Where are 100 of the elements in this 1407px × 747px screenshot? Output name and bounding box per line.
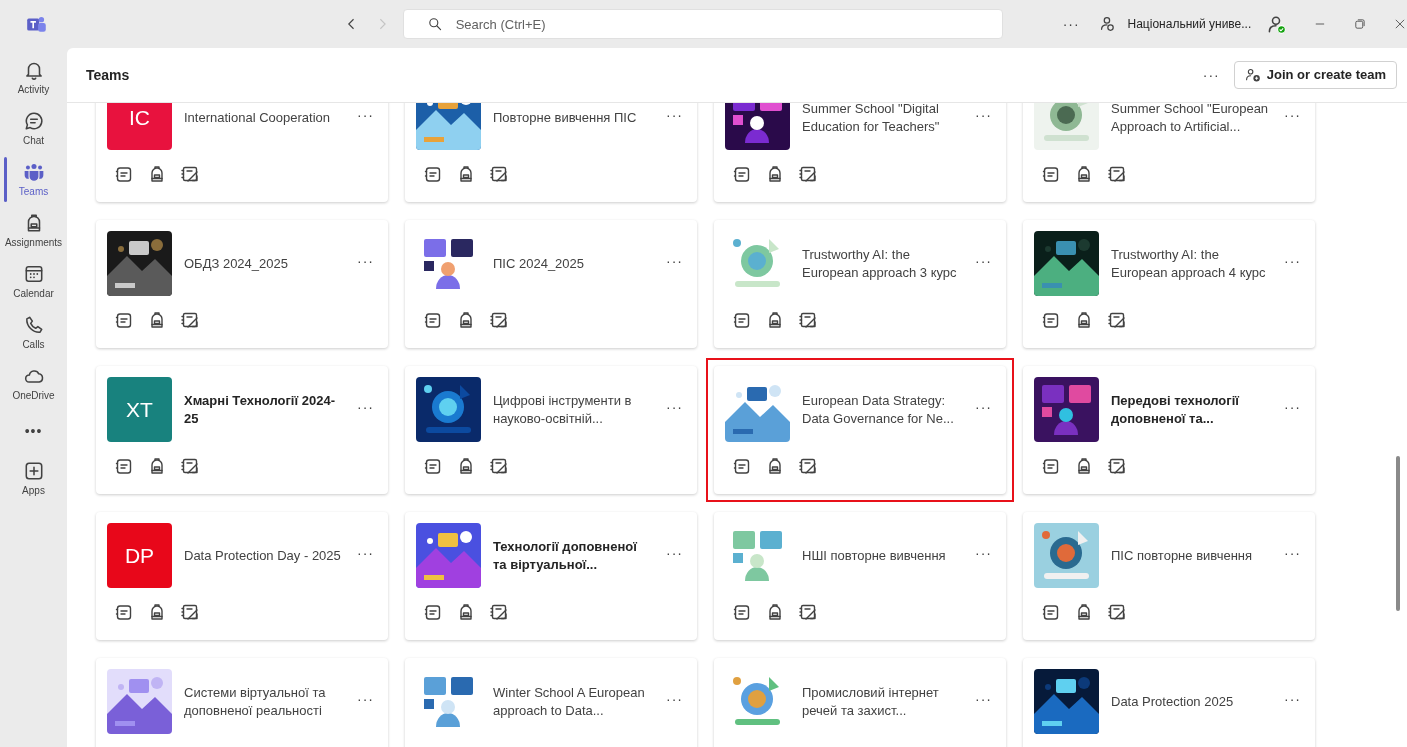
team-card[interactable]: ПІС повторне вивчення ··· xyxy=(1023,512,1315,640)
posts-icon[interactable] xyxy=(423,456,443,476)
notebook-icon[interactable] xyxy=(489,456,509,476)
team-card[interactable]: Summer School "European Approach to Artificial... ··· xyxy=(1023,103,1315,202)
notebook-icon[interactable] xyxy=(489,164,509,184)
notebook-icon[interactable] xyxy=(1107,602,1127,622)
rail-item[interactable]: Assignments xyxy=(3,205,64,256)
posts-icon[interactable] xyxy=(423,164,443,184)
team-card[interactable]: European Data Strategy: Data Governance for Ne... ··· xyxy=(714,366,1006,494)
more-options-button[interactable]: ··· xyxy=(357,689,374,710)
posts-icon[interactable] xyxy=(423,602,443,622)
more-options-button[interactable]: ··· xyxy=(975,105,992,126)
more-options-button[interactable]: ··· xyxy=(975,397,992,418)
posts-icon[interactable] xyxy=(1041,164,1061,184)
team-name: Хмарні Технології 2024-25 xyxy=(184,391,336,428)
notebook-icon[interactable] xyxy=(1107,310,1127,330)
posts-icon[interactable] xyxy=(1041,310,1061,330)
more-options-button[interactable]: ··· xyxy=(1284,397,1301,418)
team-card[interactable]: Trustworthy AI: the European approach 3 курс ··· xyxy=(714,220,1006,348)
posts-icon[interactable] xyxy=(1041,456,1061,476)
scrollbar-thumb[interactable] xyxy=(1396,456,1400,611)
team-card[interactable]: Промисловий інтернет речей та захист... ··· xyxy=(714,658,1006,747)
more-options-button[interactable]: ··· xyxy=(666,251,683,272)
notebook-icon[interactable] xyxy=(180,602,200,622)
notebook-icon[interactable] xyxy=(180,310,200,330)
notebook-icon[interactable] xyxy=(798,164,818,184)
posts-icon[interactable] xyxy=(114,602,134,622)
more-options-button[interactable]: ··· xyxy=(1284,105,1301,126)
rail-item[interactable]: ••• xyxy=(3,409,64,453)
team-card[interactable]: Winter School A European approach to Data... ··· xyxy=(405,658,697,747)
rail-item[interactable]: OneDrive xyxy=(3,358,64,409)
notebook-icon[interactable] xyxy=(798,310,818,330)
notebook-icon[interactable] xyxy=(180,456,200,476)
search-field[interactable]: Search (Ctrl+E) xyxy=(402,9,1003,39)
more-options-button[interactable]: ··· xyxy=(975,689,992,710)
more-options-button[interactable]: ··· xyxy=(357,105,374,126)
team-card[interactable]: Trustworthy AI: the European approach 4 курс ··· xyxy=(1023,220,1315,348)
more-options-button[interactable]: ··· xyxy=(666,689,683,710)
more-options-button[interactable]: ··· xyxy=(975,543,992,564)
more-options-button[interactable]: ··· xyxy=(666,543,683,564)
notebook-icon[interactable] xyxy=(489,602,509,622)
notebook-icon[interactable] xyxy=(1107,164,1127,184)
team-card[interactable]: Передові технології доповненої та... ··· xyxy=(1023,366,1315,494)
team-name: Промисловий інтернет речей та захист... xyxy=(802,683,940,720)
more-options-button[interactable]: ··· xyxy=(666,397,683,418)
more-options-button[interactable]: ··· xyxy=(1284,251,1301,272)
team-card[interactable]: ПІС 2024_2025 ··· xyxy=(405,220,697,348)
posts-icon[interactable] xyxy=(732,164,752,184)
team-card[interactable]: DP Data Protection Day - 2025 ··· xyxy=(96,512,388,640)
more-options-button[interactable]: ··· xyxy=(357,251,374,272)
team-card[interactable]: XT Хмарні Технології 2024-25 ··· xyxy=(96,366,388,494)
posts-icon[interactable] xyxy=(732,456,752,476)
more-options-button[interactable]: ··· xyxy=(975,251,992,272)
team-avatar: XT xyxy=(107,377,172,442)
team-name: Повторне вивчення ПІС xyxy=(493,108,638,127)
team-card[interactable]: Data Protection 2025 ··· xyxy=(1023,658,1315,747)
team-name: Data Protection Day - 2025 xyxy=(184,546,342,565)
notebook-icon[interactable] xyxy=(798,602,818,622)
team-card[interactable]: ОБДЗ 2024_2025 ··· xyxy=(96,220,388,348)
more-options-button[interactable]: ··· xyxy=(357,397,374,418)
posts-icon[interactable] xyxy=(423,310,443,330)
rail-item[interactable]: Apps xyxy=(3,453,64,504)
team-name: Data Protection 2025 xyxy=(1111,692,1235,711)
notebook-icon[interactable] xyxy=(1107,456,1127,476)
rail-item[interactable]: Teams xyxy=(3,154,64,205)
search-icon xyxy=(426,16,443,32)
team-name: ОБДЗ 2024_2025 xyxy=(184,254,289,273)
team-card[interactable]: Системи віртуальної та доповненої реальності ··· xyxy=(96,658,388,747)
team-card[interactable]: Цифрові інструменти в науково-освітній... ··· xyxy=(405,366,697,494)
team-name: НШІ повторне вивчення xyxy=(802,546,947,565)
notebook-icon[interactable] xyxy=(489,310,509,330)
rail-item[interactable]: Calendar xyxy=(3,256,64,307)
more-options-button[interactable]: ··· xyxy=(666,105,683,126)
notebook-icon[interactable] xyxy=(180,164,200,184)
more-options-button[interactable]: ··· xyxy=(357,543,374,564)
restore-icon[interactable] xyxy=(1353,17,1368,31)
team-name: Winter School A European approach to Data... xyxy=(493,683,646,720)
more-options-button[interactable]: ··· xyxy=(1284,543,1301,564)
join-or-create-team-button[interactable]: Join or create team xyxy=(1233,61,1397,89)
rail-item[interactable]: Activity xyxy=(3,52,64,103)
team-card[interactable]: Технології доповненої та віртуальної... ··· xyxy=(405,512,697,640)
rail-item[interactable]: Chat xyxy=(3,103,64,154)
team-card[interactable]: Summer School "Digital Education for Teachers" ··· xyxy=(714,103,1006,202)
organization-name[interactable]: Національний униве... xyxy=(1127,15,1252,33)
posts-icon[interactable] xyxy=(114,164,134,184)
close-icon[interactable] xyxy=(1393,17,1407,31)
rail-item[interactable]: Calls xyxy=(3,307,64,358)
posts-icon[interactable] xyxy=(114,456,134,476)
more-options-button[interactable]: ··· xyxy=(1202,64,1220,86)
more-options-button[interactable]: ··· xyxy=(1062,13,1080,35)
posts-icon[interactable] xyxy=(732,602,752,622)
notebook-icon[interactable] xyxy=(798,456,818,476)
team-card[interactable]: НШІ повторне вивчення ··· xyxy=(714,512,1006,640)
posts-icon[interactable] xyxy=(732,310,752,330)
more-options-button[interactable]: ··· xyxy=(1284,689,1301,710)
team-card[interactable]: Повторне вивчення ПІС ··· xyxy=(405,103,697,202)
team-name: Передові технології доповненої та... xyxy=(1111,391,1240,428)
posts-icon[interactable] xyxy=(1041,602,1061,622)
posts-icon[interactable] xyxy=(114,310,134,330)
team-card[interactable]: IC International Cooperation ··· xyxy=(96,103,388,202)
